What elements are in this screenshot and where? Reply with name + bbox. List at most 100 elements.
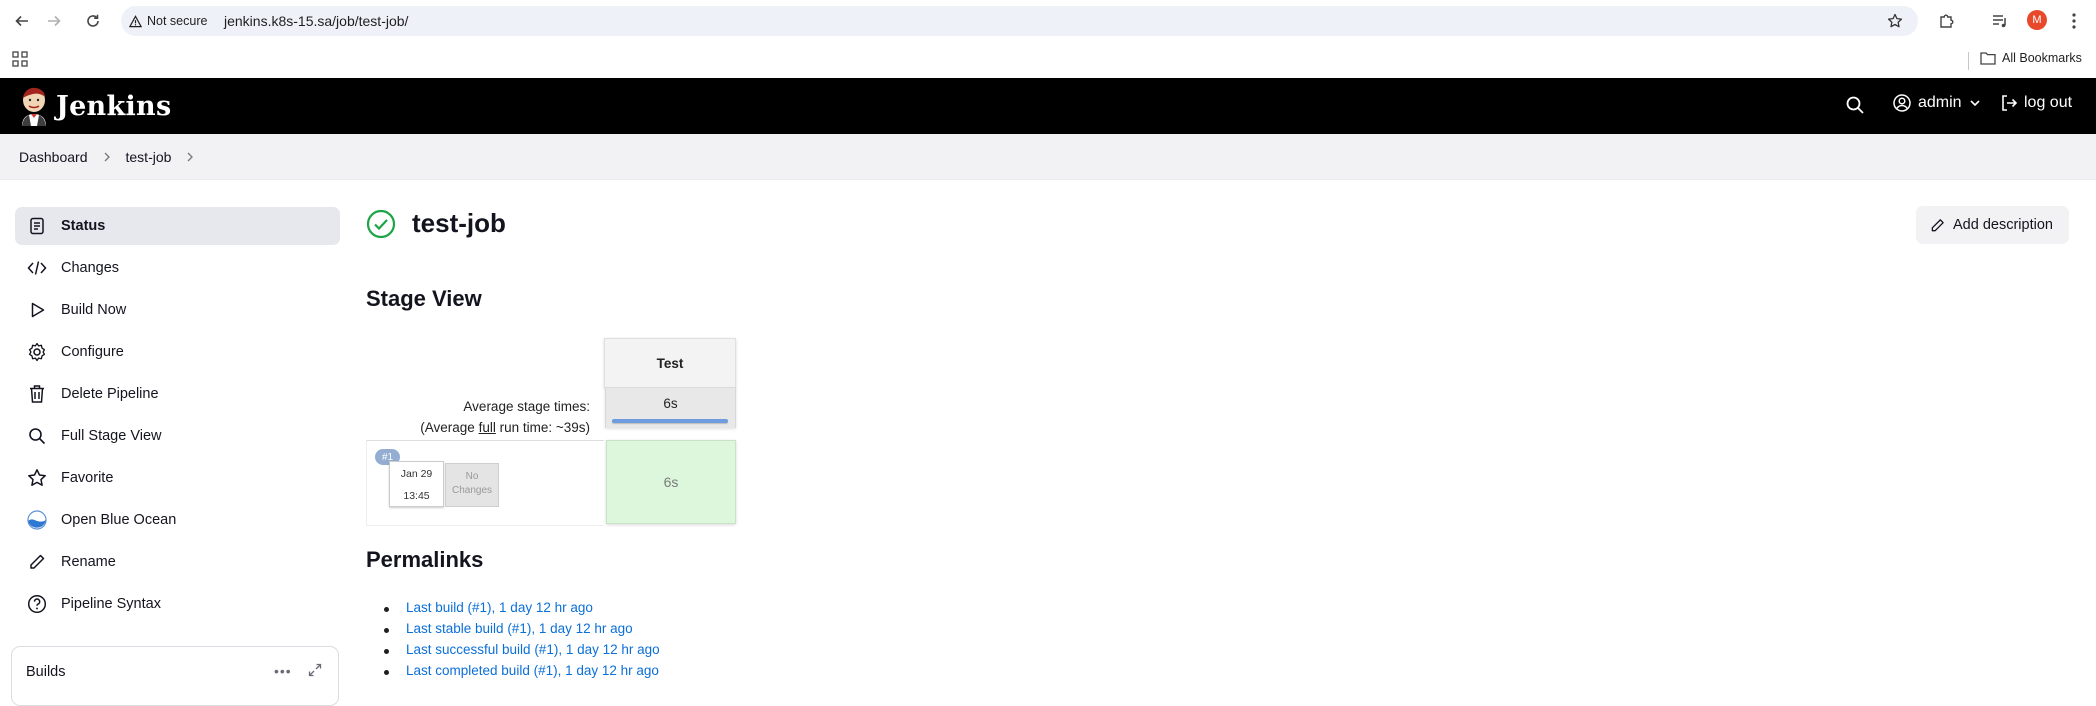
- chevron-down-icon: [1970, 100, 1980, 107]
- avg-prefix: (Average: [420, 420, 479, 435]
- sidebar: Status Changes Build Now Configure Delet…: [15, 207, 340, 627]
- sidebar-item-label: Pipeline Syntax: [61, 596, 161, 612]
- url-text[interactable]: jenkins.k8s-15.sa/job/test-job/: [224, 13, 408, 29]
- add-description-button[interactable]: Add description: [1916, 206, 2069, 244]
- permalink-last-successful-build[interactable]: Last successful build (#1), 1 day 12 hr …: [406, 642, 660, 657]
- jenkins-butler-logo: [22, 87, 46, 126]
- jenkins-header: Jenkins admin log out: [0, 78, 2096, 134]
- sidebar-item-delete-pipeline[interactable]: Delete Pipeline: [15, 375, 340, 413]
- all-bookmarks-label: All Bookmarks: [2002, 51, 2082, 65]
- sidebar-item-label: Build Now: [61, 302, 127, 318]
- pencil-icon: [27, 552, 47, 572]
- sidebar-item-label: Configure: [61, 344, 124, 360]
- user-circle-icon: [1893, 94, 1911, 112]
- forward-arrow-icon[interactable]: [42, 9, 66, 33]
- sidebar-item-label: Open Blue Ocean: [61, 512, 177, 528]
- sidebar-item-label: Favorite: [61, 470, 114, 486]
- add-description-label: Add description: [1953, 217, 2053, 233]
- username: admin: [1918, 94, 1962, 111]
- stage-header-test: Test: [604, 338, 736, 388]
- sidebar-item-label: Delete Pipeline: [61, 386, 159, 402]
- sidebar-item-full-stage-view[interactable]: Full Stage View: [15, 417, 340, 455]
- job-title-row: test-job: [366, 208, 506, 239]
- no-changes-box: No Changes: [445, 463, 499, 507]
- warning-icon: [129, 14, 142, 27]
- bookmarks-bar: All Bookmarks: [0, 42, 2096, 78]
- sidebar-item-label: Rename: [61, 554, 116, 570]
- logout-icon: [2002, 95, 2018, 111]
- sidebar-item-configure[interactable]: Configure: [15, 333, 340, 371]
- bookmark-star-icon[interactable]: [1884, 10, 1906, 32]
- profile-avatar[interactable]: M: [2027, 10, 2047, 30]
- sidebar-item-rename[interactable]: Rename: [15, 543, 340, 581]
- help-icon: [27, 594, 47, 614]
- average-stage-time: 6s: [663, 396, 678, 411]
- build-run-row: #1 Jan 29 13:45 No Changes: [366, 440, 604, 526]
- trash-icon: [27, 384, 47, 404]
- document-icon: [27, 216, 47, 236]
- extensions-icon[interactable]: [1935, 9, 1959, 33]
- build-date: Jan 29: [400, 468, 433, 480]
- stage-result-cell[interactable]: 6s: [606, 440, 736, 524]
- search-icon[interactable]: [1845, 95, 1867, 117]
- sidebar-item-open-blue-ocean[interactable]: Open Blue Ocean: [15, 501, 340, 539]
- breadcrumb-bar: Dashboard test-job: [0, 134, 2096, 180]
- jenkins-home-link[interactable]: Jenkins: [18, 86, 171, 126]
- apps-grid-icon[interactable]: [12, 51, 28, 67]
- back-arrow-icon[interactable]: [10, 9, 34, 33]
- more-options-icon[interactable]: •••: [274, 663, 292, 679]
- permalink-last-build[interactable]: Last build (#1), 1 day 12 hr ago: [406, 600, 593, 615]
- browser-toolbar: Not secure jenkins.k8s-15.sa/job/test-jo…: [0, 0, 2096, 42]
- code-icon: [27, 258, 47, 278]
- security-label: Not secure: [147, 14, 208, 28]
- reload-icon[interactable]: [81, 9, 105, 33]
- all-bookmarks-button[interactable]: All Bookmarks: [1980, 51, 2082, 65]
- jenkins-title: Jenkins: [56, 90, 172, 122]
- user-menu[interactable]: admin: [1893, 94, 1981, 112]
- average-stage-time-cell: 6s: [605, 388, 736, 428]
- media-controls-icon[interactable]: [1988, 9, 2012, 33]
- stage-view-heading: Stage View: [366, 286, 482, 311]
- sidebar-item-label: Full Stage View: [61, 428, 162, 444]
- no-changes-line2: Changes: [451, 485, 493, 496]
- average-times-label: Average stage times: (Average full run t…: [366, 396, 590, 438]
- breadcrumb-test-job[interactable]: test-job: [126, 149, 172, 165]
- average-time-bar: [612, 419, 728, 423]
- play-icon: [27, 300, 47, 320]
- sidebar-item-label: Changes: [61, 260, 120, 276]
- no-changes-line1: No: [465, 471, 479, 482]
- security-indicator[interactable]: Not secure: [129, 11, 207, 31]
- sidebar-item-changes[interactable]: Changes: [15, 249, 340, 287]
- sidebar-item-favorite[interactable]: Favorite: [15, 459, 340, 497]
- page-title: test-job: [412, 208, 506, 238]
- chevron-right-icon: [102, 152, 112, 162]
- full-run-link[interactable]: full: [479, 420, 496, 435]
- average-stage-times-text: Average stage times:: [463, 399, 590, 414]
- star-icon: [27, 468, 47, 488]
- sidebar-item-status[interactable]: Status: [15, 207, 340, 245]
- list-item: Last stable build (#1), 1 day 12 hr ago: [383, 621, 660, 642]
- address-bar[interactable]: Not secure jenkins.k8s-15.sa/job/test-jo…: [121, 6, 1918, 36]
- permalink-last-stable-build[interactable]: Last stable build (#1), 1 day 12 hr ago: [406, 621, 633, 636]
- permalinks-heading: Permalinks: [366, 547, 484, 572]
- folder-icon: [1980, 52, 1996, 65]
- sidebar-item-build-now[interactable]: Build Now: [15, 291, 340, 329]
- chevron-right-icon[interactable]: [185, 152, 195, 162]
- permalinks-list: Last build (#1), 1 day 12 hr ago Last st…: [383, 600, 660, 684]
- stage-view: Test Average stage times: (Average full …: [366, 336, 738, 528]
- permalink-last-completed-build[interactable]: Last completed build (#1), 1 day 12 hr a…: [406, 663, 659, 678]
- logout-label: log out: [2024, 94, 2073, 111]
- sidebar-item-pipeline-syntax[interactable]: Pipeline Syntax: [15, 585, 340, 623]
- build-timestamp: Jan 29 13:45: [389, 461, 444, 507]
- blue-ocean-icon: [27, 510, 47, 530]
- builds-title: Builds: [26, 664, 66, 680]
- breadcrumb-dashboard[interactable]: Dashboard: [19, 149, 88, 165]
- avg-suffix: run time: ~39s): [495, 420, 590, 435]
- sidebar-item-label: Status: [61, 218, 106, 234]
- search-icon: [27, 426, 47, 446]
- browser-menu-icon[interactable]: [2062, 9, 2086, 33]
- logout-link[interactable]: log out: [2000, 94, 2072, 112]
- list-item: Last successful build (#1), 1 day 12 hr …: [383, 642, 660, 663]
- pencil-icon: [1931, 218, 1944, 231]
- expand-icon[interactable]: [308, 663, 324, 679]
